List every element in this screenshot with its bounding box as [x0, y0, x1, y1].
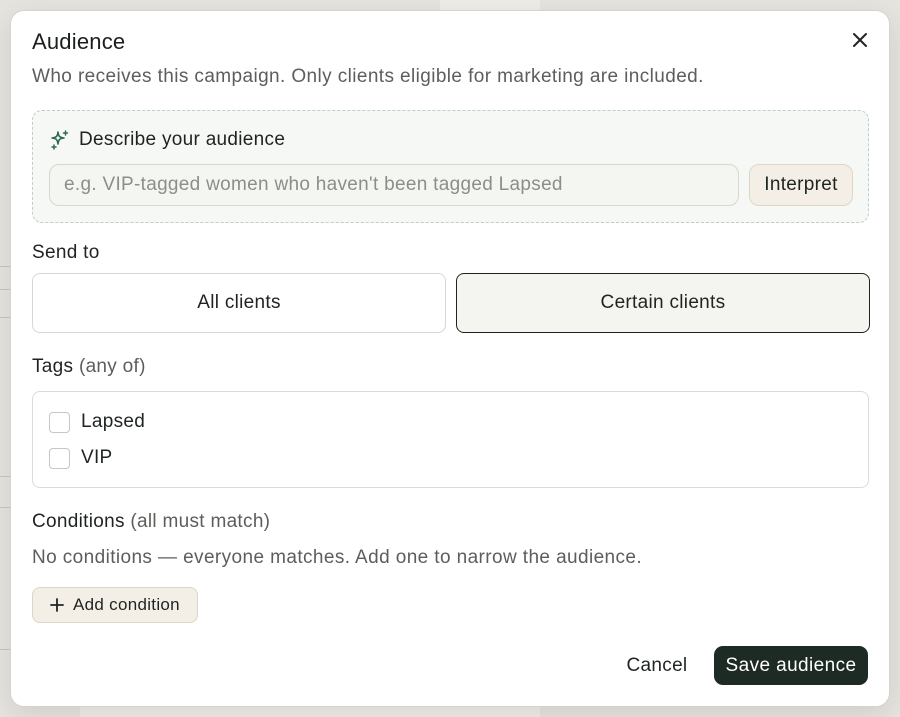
tag-option-lapsed[interactable]: Lapsed	[49, 411, 145, 433]
send-to-certain-clients[interactable]: Certain clients	[456, 273, 870, 333]
tag-label: VIP	[81, 447, 113, 468]
audience-dialog: Audience Who receives this campaign. Onl…	[10, 10, 890, 707]
add-condition-button[interactable]: Add condition	[32, 587, 198, 623]
dialog-subtitle: Who receives this campaign. Only clients…	[32, 66, 704, 87]
background-strip	[440, 0, 540, 10]
audience-description-input[interactable]	[49, 164, 739, 206]
ai-describe-label: Describe your audience	[79, 129, 286, 150]
close-button[interactable]	[849, 29, 871, 51]
conditions-heading: Conditions (all must match)	[32, 511, 270, 533]
tags-heading: Tags (any of)	[32, 356, 146, 378]
tag-label: Lapsed	[81, 411, 146, 432]
ai-describe-panel: Describe your audience Interpret	[32, 110, 869, 223]
cancel-button[interactable]: Cancel	[615, 647, 699, 685]
background-strip	[80, 707, 540, 717]
tags-label: Tags	[32, 356, 74, 377]
tags-qualifier: (any of)	[78, 356, 146, 377]
send-to-label: Send to	[32, 242, 100, 264]
interpret-button[interactable]: Interpret	[749, 164, 853, 206]
save-audience-button[interactable]: Save audience	[714, 646, 868, 685]
conditions-qualifier: (all must match)	[130, 511, 271, 532]
plus-icon	[50, 598, 64, 612]
conditions-empty-note: No conditions — everyone matches. Add on…	[32, 547, 643, 568]
ai-describe-header: Describe your audience	[49, 129, 285, 151]
sparkle-icon	[51, 130, 69, 150]
close-icon	[853, 33, 867, 47]
send-to-label-text: Send to	[32, 242, 100, 263]
tag-option-vip[interactable]: VIP	[49, 447, 113, 469]
conditions-label: Conditions	[32, 511, 125, 532]
tag-checkbox-lapsed[interactable]	[49, 411, 70, 433]
tag-checkbox-vip[interactable]	[49, 447, 70, 469]
dialog-title: Audience	[32, 29, 126, 54]
send-to-all-clients[interactable]: All clients	[32, 273, 446, 333]
tags-list: Lapsed VIP	[32, 391, 869, 488]
add-condition-label: Add condition	[73, 595, 180, 614]
